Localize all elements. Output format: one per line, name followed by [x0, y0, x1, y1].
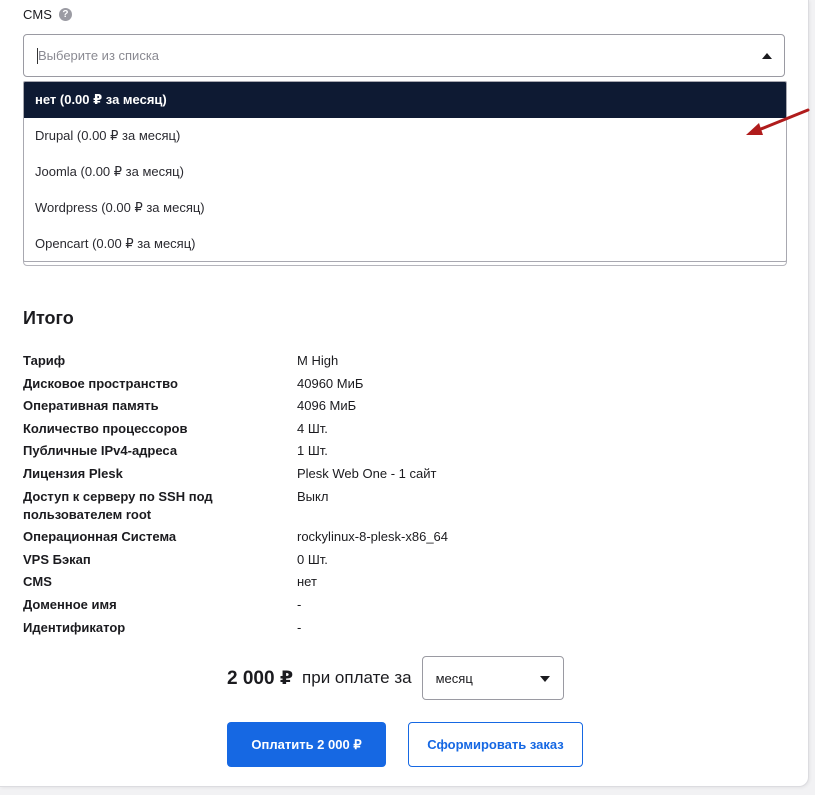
- caret-up-icon[interactable]: [762, 53, 772, 59]
- summary-key: Лицензия Plesk: [23, 465, 123, 481]
- cms-option-none[interactable]: нет (0.00 ₽ за месяц): [24, 82, 786, 118]
- period-select[interactable]: месяц: [421, 656, 564, 700]
- help-icon[interactable]: ?: [58, 8, 72, 21]
- summary-row: Публичные IPv4-адреса 1 Шт.: [23, 442, 783, 460]
- summary-value: Выкл: [297, 488, 329, 504]
- price-line: 2 000 ₽ при оплате за месяц: [227, 656, 564, 700]
- price-period-text: при оплате за: [302, 668, 412, 687]
- cms-option-joomla[interactable]: Joomla (0.00 ₽ за месяц): [24, 154, 786, 190]
- create-order-button[interactable]: Сформировать заказ: [408, 722, 583, 767]
- summary-key: CMS: [23, 574, 52, 590]
- cms-select-placeholder: Выберите из списка: [38, 48, 160, 63]
- summary-title: Итого: [23, 308, 74, 328]
- summary-row: Оперативная память 4096 МиБ: [23, 397, 783, 415]
- summary-value: нет: [297, 574, 317, 590]
- summary-row: Дисковое пространство 40960 МиБ: [23, 375, 783, 393]
- summary-row: Доступ к серверу по SSH под пользователе…: [23, 488, 783, 524]
- summary-value: 4 Шт.: [297, 420, 328, 436]
- cms-option-drupal[interactable]: Drupal (0.00 ₽ за месяц): [24, 118, 786, 154]
- summary-key: Идентификатор: [23, 619, 126, 635]
- summary-key: Оперативная память: [23, 398, 159, 414]
- summary-key: Количество процессоров: [23, 420, 188, 436]
- summary-row: Идентификатор -: [23, 619, 783, 637]
- summary-value: 40960 МиБ: [297, 375, 364, 391]
- summary-key: Доступ к серверу по SSH под пользователе…: [23, 488, 213, 522]
- price-amount: 2 000 ₽: [227, 667, 294, 689]
- summary-value: 4096 МиБ: [297, 398, 357, 414]
- summary-value: 1 Шт.: [297, 443, 328, 459]
- cms-label: CMS: [23, 7, 52, 22]
- pay-button[interactable]: Оплатить 2 000 ₽: [227, 722, 386, 767]
- caret-down-icon[interactable]: [539, 676, 550, 682]
- summary-value: -: [297, 619, 302, 635]
- summary-key: Операционная Система: [23, 529, 177, 545]
- red-arrow-icon: [746, 108, 810, 135]
- summary-value: rockylinux-8-plesk-x86_64: [297, 529, 449, 545]
- summary-value: M High: [297, 353, 339, 368]
- summary-row: CMS нет: [23, 573, 783, 591]
- summary-row: Тариф M High: [23, 352, 783, 370]
- summary-row: Доменное имя -: [23, 596, 783, 614]
- cms-option-wordpress[interactable]: Wordpress (0.00 ₽ за месяц): [24, 190, 786, 226]
- summary-value: 0 Шт.: [297, 551, 328, 567]
- summary-key: Тариф: [23, 353, 66, 368]
- summary-row: Количество процессоров 4 Шт.: [23, 420, 783, 438]
- cms-select[interactable]: Выберите из списка: [23, 34, 785, 77]
- summary-row: VPS Бэкап 0 Шт.: [23, 551, 783, 569]
- summary-key: Публичные IPv4-адреса: [23, 443, 178, 459]
- cms-option-opencart[interactable]: Opencart (0.00 ₽ за месяц): [24, 226, 786, 261]
- summary-value: -: [297, 596, 302, 612]
- order-card: CMS ? Выберите из списка нет (0.00 ₽ за …: [0, 0, 810, 787]
- cms-label-row: CMS ?: [23, 7, 72, 22]
- summary-key: Дисковое пространство: [23, 375, 178, 391]
- summary-table: Тариф M High Дисковое пространство 40960 М…: [23, 352, 783, 641]
- period-select-value: месяц: [435, 671, 473, 686]
- summary-row: Лицензия Plesk Plesk Web One - 1 сайт: [23, 465, 783, 483]
- summary-key: Доменное имя: [23, 596, 117, 612]
- cms-dropdown-list: нет (0.00 ₽ за месяц) Drupal (0.00 ₽ за …: [23, 81, 787, 262]
- summary-key: VPS Бэкап: [23, 551, 91, 567]
- summary-value: Plesk Web One - 1 сайт: [297, 465, 437, 481]
- summary-row: Операционная Система rockylinux-8-plesk-x…: [23, 528, 783, 546]
